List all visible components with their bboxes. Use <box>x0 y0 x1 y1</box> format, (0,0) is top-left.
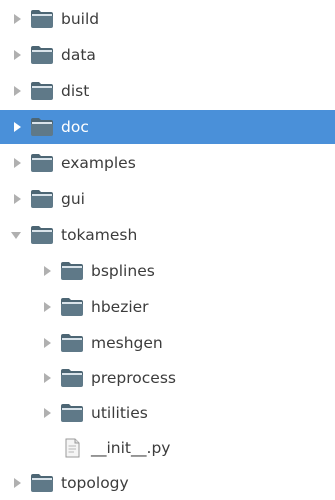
tree-item-doc[interactable]: doc <box>0 110 335 144</box>
folder-icon <box>31 10 53 28</box>
folder-icon <box>61 369 83 387</box>
expand-arrow-icon[interactable] <box>42 337 52 349</box>
tree-item-label: examples <box>61 154 136 172</box>
tree-item-label: doc <box>61 118 89 136</box>
tree-item-label: tokamesh <box>61 226 138 244</box>
tree-item-label: data <box>61 46 96 64</box>
expand-arrow-icon[interactable] <box>12 477 22 489</box>
folder-icon <box>61 298 83 316</box>
expand-arrow-icon[interactable] <box>12 157 22 169</box>
expand-arrow-icon[interactable] <box>12 49 22 61</box>
folder-icon <box>61 262 83 280</box>
expand-arrow-icon[interactable] <box>12 193 22 205</box>
tree-item-label: build <box>61 10 100 28</box>
expand-arrow-icon[interactable] <box>12 121 22 133</box>
expand-arrow-icon[interactable] <box>42 372 52 384</box>
tree-item-label: topology <box>61 474 129 492</box>
expand-arrow-icon[interactable] <box>42 407 52 419</box>
tree-item-init-py[interactable]: __init__.py <box>0 431 335 465</box>
tree-item-label: hbezier <box>91 298 149 316</box>
folder-icon <box>61 404 83 422</box>
expand-arrow-icon[interactable] <box>12 13 22 25</box>
folder-icon <box>31 226 53 244</box>
expand-arrow-icon[interactable] <box>42 301 52 313</box>
tree-item-utilities[interactable]: utilities <box>0 396 335 430</box>
folder-icon <box>61 334 83 352</box>
python-file-icon <box>61 438 83 458</box>
collapse-arrow-icon[interactable] <box>10 229 22 241</box>
folder-icon <box>31 154 53 172</box>
folder-icon <box>31 190 53 208</box>
tree-item-label: meshgen <box>91 334 163 352</box>
tree-item-label: __init__.py <box>91 439 171 457</box>
tree-item-bsplines[interactable]: bsplines <box>0 254 335 288</box>
tree-item-dist[interactable]: dist <box>0 74 335 108</box>
tree-item-label: preprocess <box>91 369 176 387</box>
tree-item-hbezier[interactable]: hbezier <box>0 290 335 324</box>
file-tree: build data dist doc examples gui tokames… <box>0 0 335 495</box>
folder-icon <box>31 82 53 100</box>
tree-item-meshgen[interactable]: meshgen <box>0 326 335 360</box>
expand-arrow-icon[interactable] <box>12 85 22 97</box>
folder-icon <box>31 118 53 136</box>
expand-arrow-icon[interactable] <box>42 265 52 277</box>
folder-icon <box>31 474 53 492</box>
tree-item-preprocess[interactable]: preprocess <box>0 361 335 395</box>
tree-item-gui[interactable]: gui <box>0 182 335 216</box>
tree-item-label: dist <box>61 82 90 100</box>
tree-item-label: bsplines <box>91 262 155 280</box>
tree-item-label: utilities <box>91 404 148 422</box>
tree-item-tokamesh[interactable]: tokamesh <box>0 218 335 252</box>
folder-icon <box>31 46 53 64</box>
tree-item-build[interactable]: build <box>0 2 335 36</box>
tree-item-examples[interactable]: examples <box>0 146 335 180</box>
tree-item-data[interactable]: data <box>0 38 335 72</box>
tree-item-label: gui <box>61 190 85 208</box>
